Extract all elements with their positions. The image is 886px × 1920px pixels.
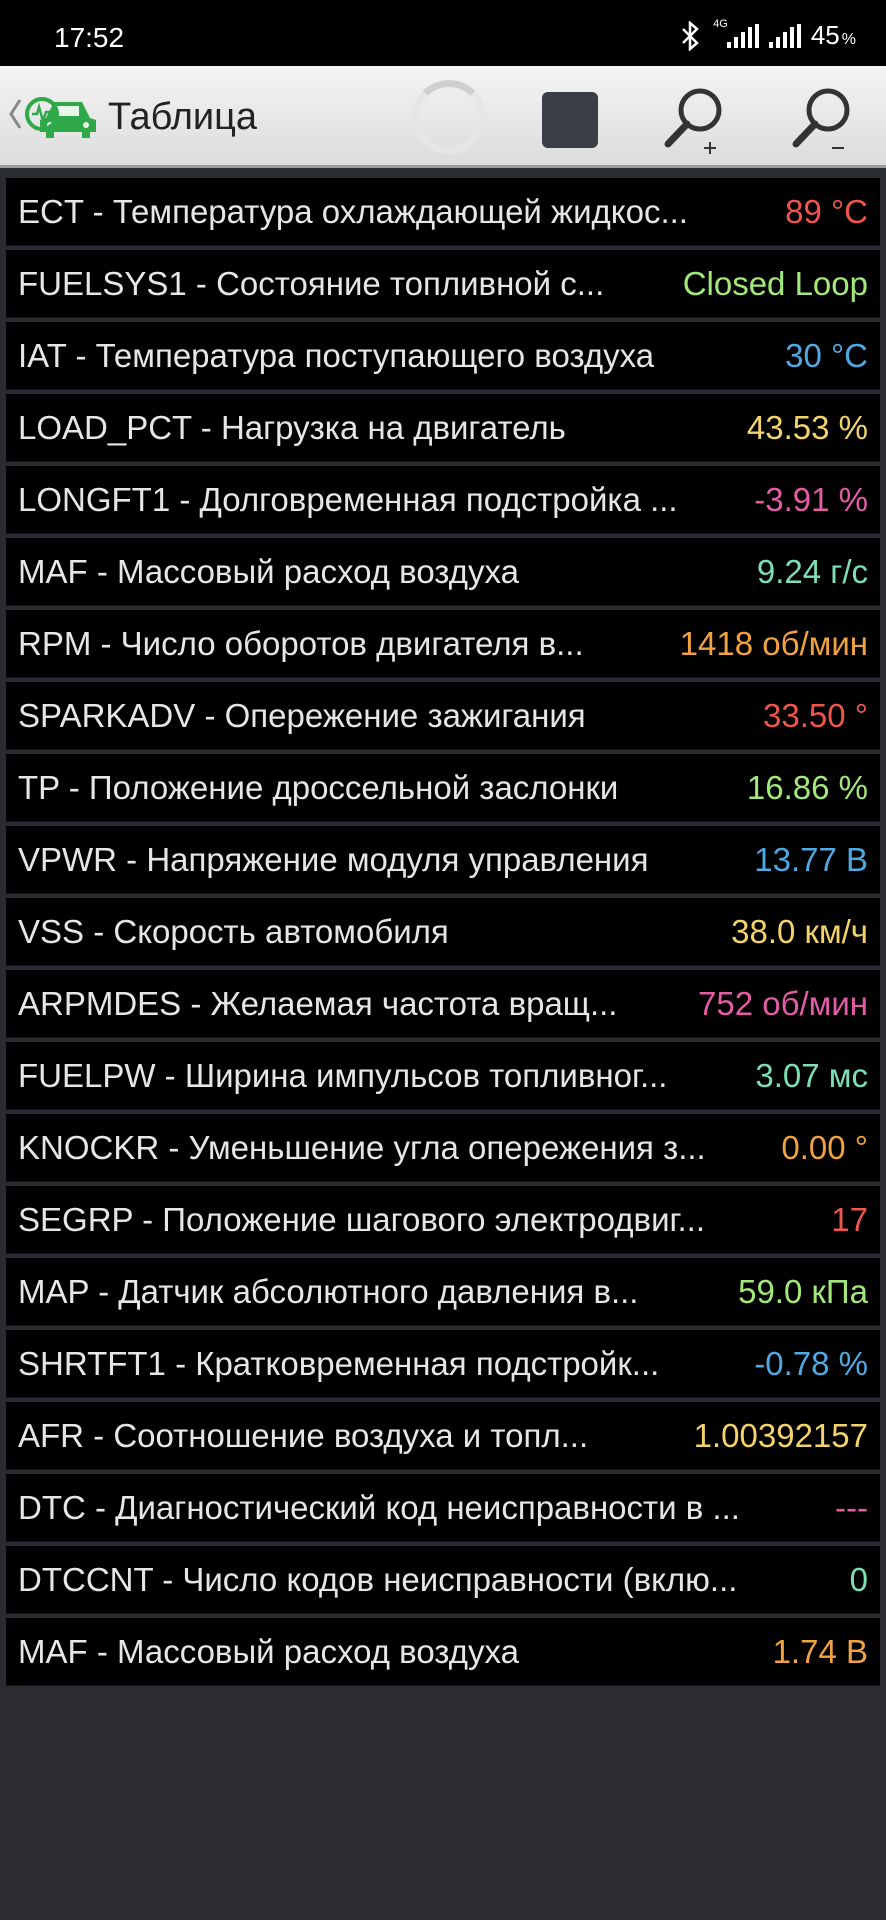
parameter-label: MAF - Массовый расход воздуха (18, 1632, 519, 1670)
page-title: Таблица (108, 96, 257, 138)
parameter-value: 33.50 ° (763, 696, 868, 734)
table-row[interactable]: MAF - Массовый расход воздуха 1.74 В (6, 1618, 880, 1686)
status-time: 17:52 (54, 22, 125, 53)
parameter-label: LONGFT1 - Долговременная подстройка ... (18, 480, 678, 518)
parameter-table: ECT - Температура охлаждающей жидкос... 8… (6, 178, 880, 1690)
parameter-label: FUELPW - Ширина импульсов топливног... (18, 1056, 668, 1094)
parameter-label: RPM - Число оборотов двигателя в... (18, 624, 584, 662)
parameter-value: 17 (831, 1200, 868, 1238)
signal-icon (768, 23, 801, 48)
parameter-label: MAP - Датчик абсолютного давления в... (18, 1272, 639, 1310)
table-row[interactable]: FUELSYS1 - Состояние топливной с... Close… (6, 250, 880, 318)
parameter-label: SPARKADV - Опережение зажигания (18, 696, 586, 734)
parameter-value: 16.86 % (746, 768, 868, 806)
table-row[interactable]: DTCCNT - Число кодов неисправности (вклю… (6, 1546, 880, 1614)
table-row[interactable]: SEGRP - Положение шагового электродвиг..… (6, 1186, 880, 1254)
parameter-label: IAT - Температура поступающего воздуха (18, 336, 655, 374)
parameter-value: 43.53 % (746, 408, 868, 446)
parameter-label: DTC - Диагностический код неисправности … (18, 1488, 740, 1526)
parameter-label: FUELSYS1 - Состояние топливной с... (18, 264, 605, 302)
table-row[interactable]: VSS - Скорость автомобиля 38.0 км/ч (6, 898, 880, 966)
parameter-value: -3.91 % (754, 480, 868, 518)
parameter-value: Closed Loop (682, 264, 868, 302)
parameter-value: 30 °C (785, 336, 868, 374)
signal-4g-icon: 4G (713, 18, 759, 48)
parameter-value: -0.78 % (754, 1344, 868, 1382)
table-row[interactable]: KNOCKR - Уменьшение угла опережения з...… (6, 1114, 880, 1182)
table-row[interactable]: RPM - Число оборотов двигателя в... 1418 … (6, 610, 880, 678)
parameter-label: ARPMDES - Желаемая частота вращ... (18, 984, 618, 1022)
parameter-value: 1.00392157 (693, 1416, 868, 1454)
status-bar: 17:52 4G 45% (0, 0, 886, 66)
parameter-value: 13.77 В (754, 840, 868, 878)
parameter-label: TP - Положение дроссельной заслонки (18, 768, 619, 806)
parameter-label: SHRTFT1 - Кратковременная подстройк... (18, 1344, 660, 1382)
battery-indicator: 45% (811, 20, 856, 51)
table-row[interactable]: VPWR - Напряжение модуля управления 13.77… (6, 826, 880, 894)
parameter-value: 1.74 В (772, 1632, 868, 1670)
table-row[interactable]: ECT - Температура охлаждающей жидкос... 8… (6, 178, 880, 246)
parameter-label: VSS - Скорость автомобиля (18, 912, 449, 950)
parameter-value: 38.0 км/ч (731, 912, 868, 950)
zoom-out-icon[interactable] (788, 84, 858, 158)
battery-unit: % (841, 31, 856, 48)
table-row[interactable]: LOAD_PCT - Нагрузка на двигатель 43.53 % (6, 394, 880, 462)
table-row[interactable]: MAF - Массовый расход воздуха 9.24 г/с (6, 538, 880, 606)
parameter-value: --- (835, 1488, 868, 1526)
toolbar: Таблица (0, 66, 886, 168)
stop-button[interactable] (542, 92, 598, 148)
car-diagnostic-logo[interactable] (24, 88, 100, 144)
parameter-value: 1418 об/мин (679, 624, 868, 662)
parameter-value: 3.07 мс (755, 1056, 868, 1094)
table-row[interactable]: SPARKADV - Опережение зажигания 33.50 ° (6, 682, 880, 750)
parameter-value: 752 об/мин (698, 984, 868, 1022)
table-row[interactable]: MAP - Датчик абсолютного давления в... 59… (6, 1258, 880, 1326)
parameter-label: SEGRP - Положение шагового электродвиг..… (18, 1200, 706, 1238)
parameter-label: LOAD_PCT - Нагрузка на двигатель (18, 408, 566, 446)
chevron-left-icon[interactable] (6, 94, 24, 134)
parameter-value: 0 (849, 1560, 868, 1598)
parameter-label: MAF - Массовый расход воздуха (18, 552, 519, 590)
table-row[interactable]: ARPMDES - Желаемая частота вращ... 752 об… (6, 970, 880, 1038)
table-row[interactable]: DTC - Диагностический код неисправности … (6, 1474, 880, 1542)
parameter-value: 0.00 ° (781, 1128, 868, 1166)
loading-spinner (412, 80, 486, 154)
table-row[interactable]: SHRTFT1 - Кратковременная подстройк... -0… (6, 1330, 880, 1398)
battery-percent: 45 (810, 20, 840, 50)
parameter-label: DTCCNT - Число кодов неисправности (вклю… (18, 1560, 738, 1598)
zoom-in-icon[interactable] (660, 84, 730, 158)
parameter-value: 59.0 кПа (738, 1272, 868, 1310)
table-row[interactable]: IAT - Температура поступающего воздуха 30… (6, 322, 880, 390)
table-row[interactable]: AFR - Соотношение воздуха и топл... 1.003… (6, 1402, 880, 1470)
parameter-value: 89 °C (785, 192, 868, 230)
parameter-label: AFR - Соотношение воздуха и топл... (18, 1416, 589, 1454)
parameter-label: VPWR - Напряжение модуля управления (18, 840, 649, 878)
table-row[interactable]: TP - Положение дроссельной заслонки 16.86… (6, 754, 880, 822)
parameter-label: KNOCKR - Уменьшение угла опережения з... (18, 1128, 706, 1166)
table-row[interactable]: LONGFT1 - Долговременная подстройка ... -… (6, 466, 880, 534)
status-icons: 4G 45% (677, 18, 856, 51)
parameter-value: 9.24 г/с (756, 552, 868, 590)
parameter-label: ECT - Температура охлаждающей жидкос... (18, 192, 688, 230)
bluetooth-icon (682, 20, 699, 51)
table-row[interactable]: FUELPW - Ширина импульсов топливног... 3.… (6, 1042, 880, 1110)
